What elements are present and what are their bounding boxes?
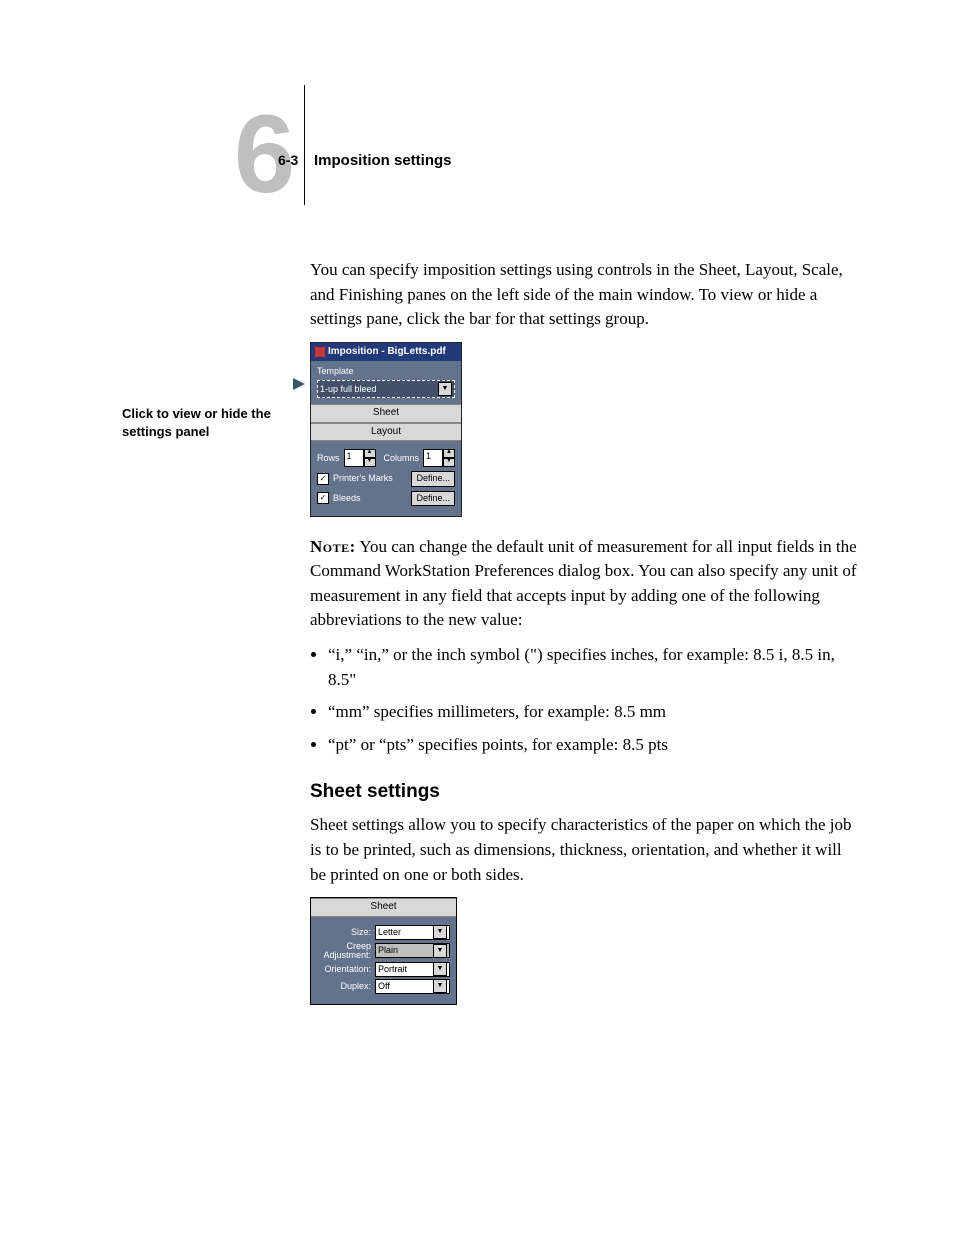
bleeds-label: Bleeds [333, 492, 361, 505]
rows-stepper[interactable]: 1 ▲▼ [344, 449, 376, 467]
layout-pane-bar[interactable]: Layout [311, 423, 461, 442]
units-bullet-list: “i,” “in,” or the inch symbol (") specif… [310, 643, 858, 758]
header-rule [304, 85, 305, 205]
list-item: “mm” specifies millimeters, for example:… [328, 700, 858, 725]
note-body: You can change the default unit of measu… [310, 537, 857, 630]
duplex-dropdown[interactable]: Off ▼ [375, 979, 450, 994]
chevron-down-icon[interactable]: ▼ [433, 962, 447, 976]
pointer-arrow-icon [293, 378, 305, 390]
side-caption: Click to view or hide the settings panel [122, 405, 282, 440]
orientation-dropdown[interactable]: Portrait ▼ [375, 962, 450, 977]
template-section: Template 1-up full bleed ▼ [311, 361, 461, 404]
page: 6 6-3 Imposition settings Click to view … [0, 0, 954, 1235]
columns-stepper[interactable]: 1 ▲▼ [423, 449, 455, 467]
list-item: “i,” “in,” or the inch symbol (") specif… [328, 643, 858, 692]
orientation-row: Orientation: Portrait ▼ [317, 962, 450, 977]
size-dropdown[interactable]: Letter ▼ [375, 925, 450, 940]
panel-titlebar: Imposition - BigLetts.pdf [311, 343, 461, 362]
chevron-down-icon[interactable]: ▼ [438, 382, 452, 396]
panel-title-text: Imposition - BigLetts.pdf [328, 345, 446, 360]
body-column: You can specify imposition settings usin… [310, 258, 858, 1005]
rows-columns-row: Rows 1 ▲▼ Columns 1 ▲▼ [317, 449, 455, 467]
sheet-pane-bar[interactable]: Sheet [311, 404, 461, 423]
duplex-value: Off [378, 980, 390, 993]
chevron-down-icon[interactable]: ▼ [433, 925, 447, 939]
down-arrow-icon[interactable]: ▼ [364, 458, 376, 467]
creep-label: Creep Adjustment: [317, 942, 375, 960]
intro-paragraph: You can specify imposition settings usin… [310, 258, 858, 332]
rows-label: Rows [317, 452, 340, 465]
sheet-settings-heading: Sheet settings [310, 778, 858, 806]
sheet-panel-bar[interactable]: Sheet [311, 898, 456, 917]
size-value: Letter [378, 926, 401, 939]
note-paragraph: Note: You can change the default unit of… [310, 535, 858, 634]
up-arrow-icon[interactable]: ▲ [443, 449, 455, 458]
bleeds-row: ✓ Bleeds Define... [317, 491, 455, 506]
sheet-panel-body: Size: Letter ▼ Creep Adjustment: Plain ▼… [311, 917, 456, 1004]
rows-value[interactable]: 1 [344, 449, 364, 467]
up-arrow-icon[interactable]: ▲ [364, 449, 376, 458]
define-printers-marks-button[interactable]: Define... [411, 471, 455, 486]
layout-section: Rows 1 ▲▼ Columns 1 ▲▼ ✓ Printer's Marks [311, 441, 461, 515]
chevron-down-icon: ▼ [433, 944, 447, 958]
note-label: Note: [310, 537, 356, 556]
bleeds-checkbox[interactable]: ✓ [317, 492, 329, 504]
size-row: Size: Letter ▼ [317, 925, 450, 940]
down-arrow-icon[interactable]: ▼ [443, 458, 455, 467]
creep-dropdown: Plain ▼ [375, 943, 450, 958]
template-label: Template [317, 365, 455, 378]
printers-marks-label: Printer's Marks [333, 472, 393, 485]
creep-value: Plain [378, 944, 398, 957]
duplex-label: Duplex: [317, 980, 375, 993]
app-icon [315, 347, 325, 357]
sheet-settings-paragraph: Sheet settings allow you to specify char… [310, 813, 858, 887]
sheet-settings-panel: Sheet Size: Letter ▼ Creep Adjustment: P… [310, 897, 457, 1005]
page-reference: 6-3 [278, 152, 298, 168]
printers-marks-row: ✓ Printer's Marks Define... [317, 471, 455, 486]
columns-value[interactable]: 1 [423, 449, 443, 467]
page-title: Imposition settings [314, 152, 452, 169]
columns-label: Columns [384, 452, 420, 465]
duplex-row: Duplex: Off ▼ [317, 979, 450, 994]
printers-marks-checkbox[interactable]: ✓ [317, 473, 329, 485]
size-label: Size: [317, 926, 375, 939]
template-value: 1-up full bleed [320, 383, 377, 396]
imposition-panel: Imposition - BigLetts.pdf Template 1-up … [310, 342, 462, 517]
chevron-down-icon[interactable]: ▼ [433, 979, 447, 993]
creep-row: Creep Adjustment: Plain ▼ [317, 942, 450, 960]
orientation-value: Portrait [378, 963, 407, 976]
list-item: “pt” or “pts” specifies points, for exam… [328, 733, 858, 758]
define-bleeds-button[interactable]: Define... [411, 491, 455, 506]
orientation-label: Orientation: [317, 963, 375, 976]
template-dropdown[interactable]: 1-up full bleed ▼ [317, 380, 455, 398]
